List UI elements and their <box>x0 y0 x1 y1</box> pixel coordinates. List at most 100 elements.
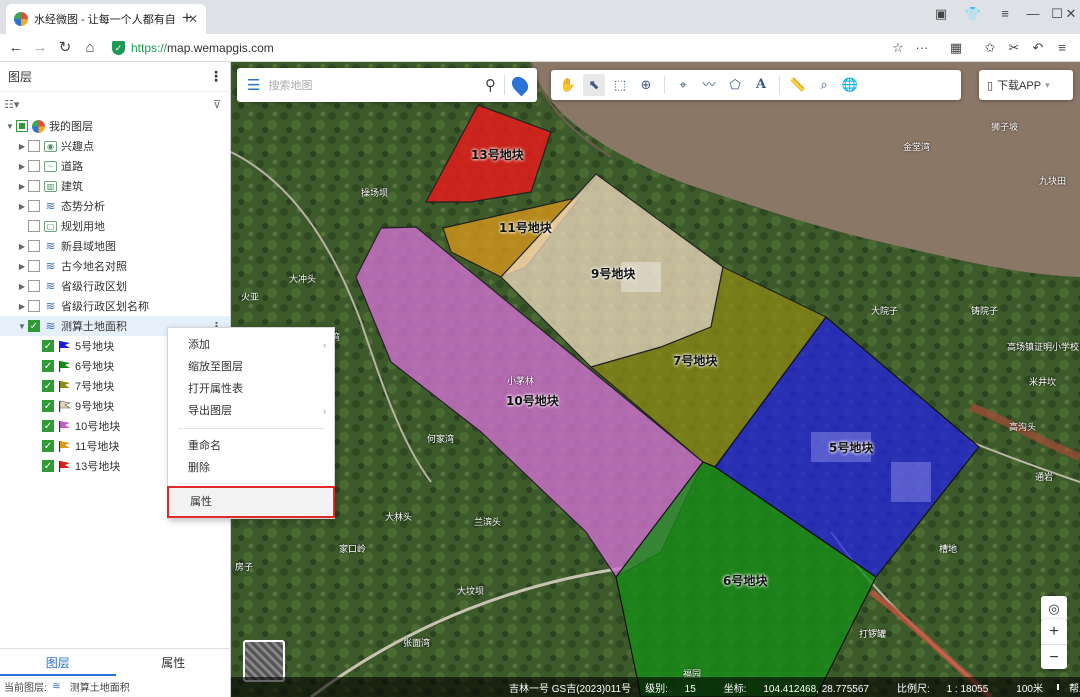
hamburger-menu-icon[interactable]: ☰ <box>247 76 260 94</box>
pan-hand-icon[interactable]: ✋ <box>557 74 579 96</box>
back-icon[interactable]: ← <box>6 38 26 58</box>
identify-tool-icon[interactable]: ⌕ <box>813 74 835 96</box>
layer-checkbox[interactable] <box>28 140 40 152</box>
menu-item-export-layer[interactable]: 导出图层 › <box>168 400 334 422</box>
sublayer-11[interactable]: ✓ 11号地块 <box>42 436 119 456</box>
layer-checkbox[interactable]: ✓ <box>42 400 54 412</box>
layer-label: 规划用地 <box>61 221 105 233</box>
tree-item-placenames[interactable]: ▶ ≋ 古今地名对照 <box>16 256 127 276</box>
more-dots-icon[interactable]: ··· <box>912 38 932 58</box>
text-tool-icon[interactable]: A <box>750 74 772 96</box>
collapse-arrow-icon[interactable]: ▼ <box>4 122 16 131</box>
menu-item-properties[interactable]: 属性 <box>167 486 335 518</box>
url-field[interactable]: ✓ https://map.wemapgis.com <box>112 37 274 59</box>
expand-arrow-icon[interactable]: ▶ <box>16 282 28 291</box>
layer-checkbox[interactable]: ✓ <box>42 380 54 392</box>
layer-checkbox[interactable]: ✓ <box>42 420 54 432</box>
tree-item-buildings[interactable]: ▶ ▥ 建筑 <box>16 176 83 196</box>
sublayer-13[interactable]: ✓ 13号地块 <box>42 456 120 476</box>
close-window-icon[interactable]: ✕ <box>1060 4 1080 24</box>
layer-checkbox[interactable]: ✓ <box>28 320 40 332</box>
measure-ruler-icon[interactable]: 📏 <box>787 74 809 96</box>
layer-checkbox[interactable]: ✓ <box>42 360 54 372</box>
location-pin-icon[interactable] <box>508 73 532 97</box>
layer-checkbox[interactable] <box>28 280 40 292</box>
expand-arrow-icon[interactable]: ▶ <box>16 242 28 251</box>
expand-arrow-icon[interactable]: ▶ <box>16 182 28 191</box>
sublayer-6[interactable]: ✓ 6号地块 <box>42 356 114 376</box>
expand-arrow-icon[interactable]: ▶ <box>16 262 28 271</box>
tree-item-province-names[interactable]: ▶ ≋ 省级行政区划名称 <box>16 296 149 316</box>
panel-options-icon[interactable]: ⋮ <box>209 68 223 85</box>
shirt-skin-icon[interactable]: 👕 <box>962 4 984 24</box>
layer-checkbox[interactable]: ✓ <box>42 340 54 352</box>
expand-arrow-icon[interactable]: ▶ <box>16 142 28 151</box>
sublayer-7[interactable]: ✓ 7号地块 <box>42 376 114 396</box>
menu-item-add[interactable]: 添加 › <box>168 334 334 356</box>
layer-checkbox[interactable] <box>28 200 40 212</box>
expand-arrow-icon[interactable]: ▶ <box>16 302 28 311</box>
polygon-tool-icon[interactable]: ⬠ <box>724 74 746 96</box>
minimize-icon[interactable]: — <box>1022 4 1044 24</box>
tree-item-provinces[interactable]: ▶ ≋ 省级行政区划 <box>16 276 127 296</box>
layer-view-toggle-icon[interactable]: ☷▾ <box>4 98 19 111</box>
download-app-button[interactable]: ▯ 下载APP ▾ <box>979 70 1073 100</box>
tree-item-poi[interactable]: ▶ ◉ 兴趣点 <box>16 136 94 156</box>
browser-tab[interactable]: 水经微图 - 让每一个人都有自 ✕ <box>6 4 206 34</box>
scissors-icon[interactable]: ✂ <box>1004 38 1024 58</box>
tree-item-roads[interactable]: ▶ ~ 道路 <box>16 156 83 176</box>
favorites-icon[interactable]: ✩ <box>980 38 1000 58</box>
layer-checkbox[interactable]: ✓ <box>42 440 54 452</box>
filter-icon[interactable]: ⊽ <box>213 98 221 111</box>
layer-checkbox[interactable] <box>16 120 28 132</box>
globe-icon[interactable]: 🌐 <box>839 74 861 96</box>
reload-icon[interactable]: ↻ <box>55 38 75 58</box>
zoom-in-button[interactable]: + <box>1041 619 1067 644</box>
sublayer-10[interactable]: ✓ 10号地块 <box>42 416 120 436</box>
expand-arrow-icon[interactable]: ▶ <box>16 202 28 211</box>
tree-item-county-map[interactable]: ▶ ≋ 新县域地图 <box>16 236 116 256</box>
satellite-basemap[interactable] <box>231 62 1080 697</box>
help-link[interactable]: 帮助 <box>1069 680 1080 695</box>
tab-properties[interactable]: 属性 <box>116 649 232 676</box>
layer-checkbox[interactable] <box>28 220 40 232</box>
tree-item-landuse[interactable]: ▢ 规划用地 <box>16 216 105 236</box>
tree-root-my-layers[interactable]: ▼ 我的图层 <box>4 116 93 136</box>
undo-icon[interactable]: ↶ <box>1028 38 1048 58</box>
search-icon[interactable]: ⚲ <box>485 76 496 94</box>
search-input[interactable]: 搜索地图 <box>268 77 477 93</box>
select-pointer-icon[interactable]: ⬉ <box>583 74 605 96</box>
menu-item-delete[interactable]: 删除 <box>168 457 334 479</box>
map-view[interactable]: 13号地块 11号地块 9号地块 10号地块 7号地块 5号地块 6号地块 狮子… <box>231 62 1080 697</box>
apps-grid-icon[interactable]: ▦ <box>946 38 966 58</box>
bookmark-star-icon[interactable]: ☆ <box>888 38 908 58</box>
collapse-arrow-icon[interactable]: ▼ <box>16 322 28 331</box>
layer-checkbox[interactable] <box>28 180 40 192</box>
box-select-icon[interactable]: ⬚ <box>609 74 631 96</box>
polyline-tool-icon[interactable]: 〰 <box>698 74 720 96</box>
home-icon[interactable]: ⌂ <box>80 38 100 58</box>
more-menu-icon[interactable]: ≡ <box>1052 38 1072 58</box>
layer-checkbox[interactable]: ✓ <box>42 460 54 472</box>
menu-item-open-attribute-table[interactable]: 打开属性表 <box>168 378 334 400</box>
marker-tool-icon[interactable]: ⌖ <box>672 74 694 96</box>
zoom-region-icon[interactable]: ⊕ <box>635 74 657 96</box>
forward-icon[interactable]: → <box>30 38 50 58</box>
sublayer-5[interactable]: ✓ 5号地块 <box>42 336 114 356</box>
menu-item-rename[interactable]: 重命名 <box>168 435 334 457</box>
basemap-switcher[interactable] <box>243 640 285 682</box>
expand-arrow-icon[interactable]: ▶ <box>16 162 28 171</box>
menu-icon[interactable]: ≡ <box>994 4 1016 24</box>
sublayer-9[interactable]: ✓ 9号地块 <box>42 396 114 416</box>
zoom-out-button[interactable]: − <box>1041 644 1067 669</box>
layer-checkbox[interactable] <box>28 240 40 252</box>
layer-checkbox[interactable] <box>28 300 40 312</box>
layer-checkbox[interactable] <box>28 160 40 172</box>
tab-list-icon[interactable]: ▣ <box>930 4 952 24</box>
tree-item-situation[interactable]: ▶ ≋ 态势分析 <box>16 196 105 216</box>
coord-value: 104.412468, 28.775567 <box>763 683 869 695</box>
layer-checkbox[interactable] <box>28 260 40 272</box>
tab-layers[interactable]: 图层 <box>0 649 116 676</box>
menu-item-zoom-to-layer[interactable]: 缩放至图层 <box>168 356 334 378</box>
new-tab-button[interactable]: + <box>182 8 192 28</box>
